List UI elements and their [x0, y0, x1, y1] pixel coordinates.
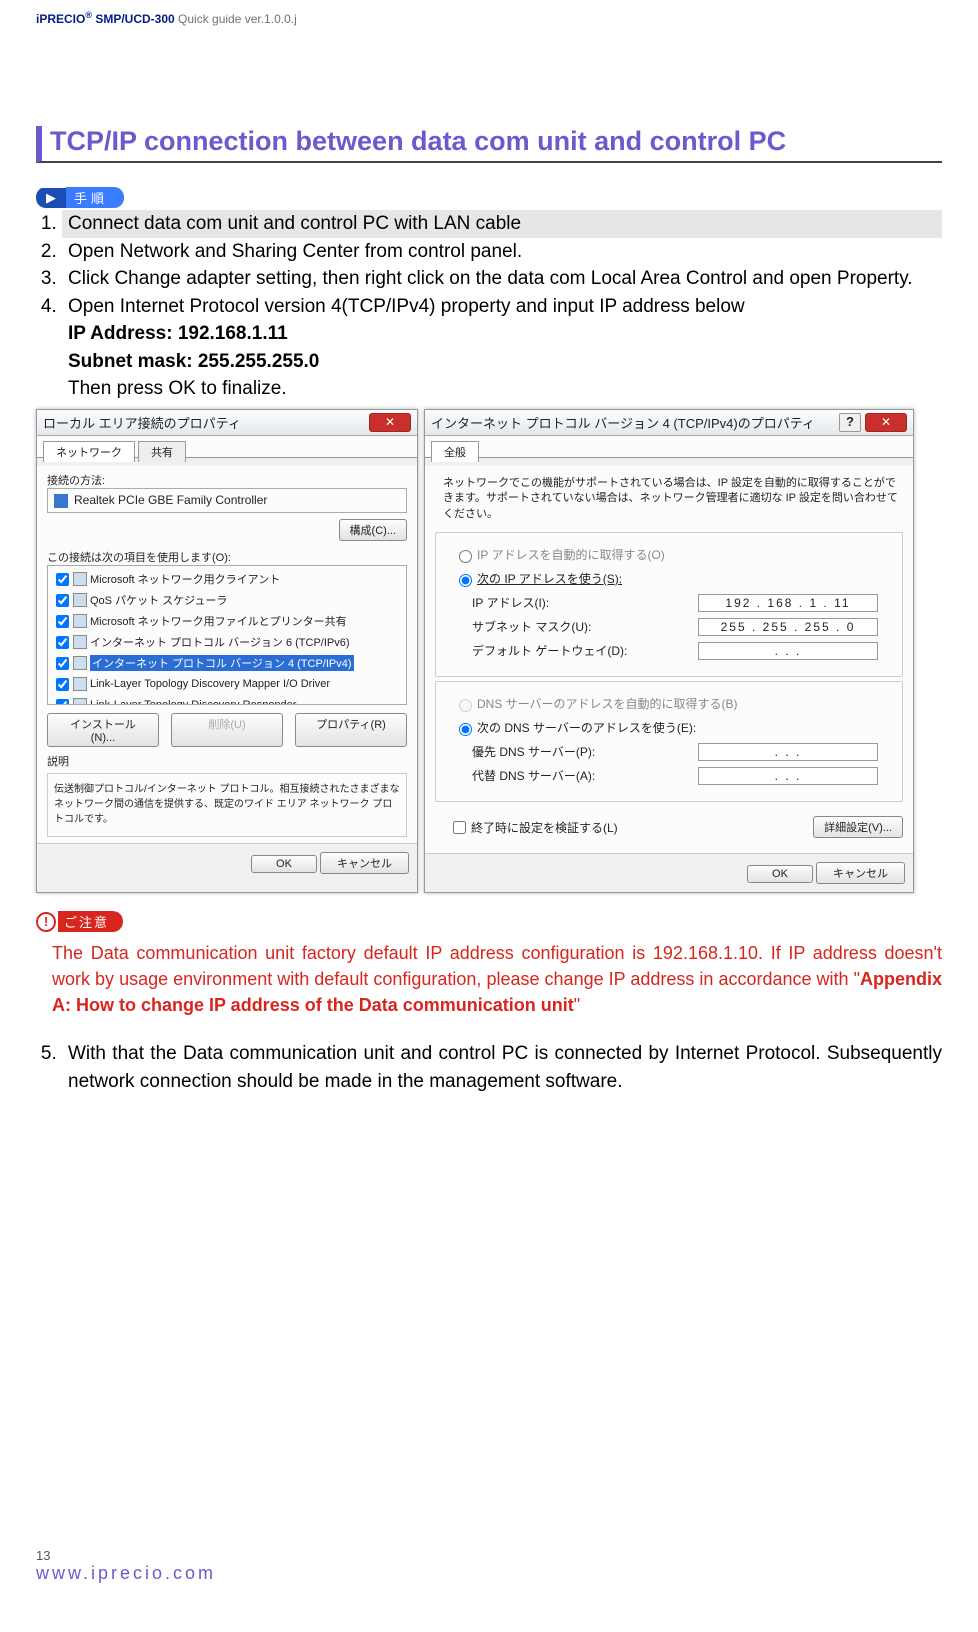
chk-ipv6[interactable] [56, 636, 69, 649]
cancel-button[interactable]: キャンセル [320, 852, 409, 874]
cancel-button[interactable]: キャンセル [816, 862, 905, 884]
dns1-label: 優先 DNS サーバー(P): [472, 743, 595, 761]
chk-ipv4[interactable] [56, 657, 69, 670]
chk-lltd-mapper[interactable] [56, 678, 69, 691]
desc-text: 伝送制御プロトコル/インターネット プロトコル。相互接続されたさまざまなネットワ… [47, 773, 407, 837]
lltd-icon [73, 677, 87, 691]
chk-msclient[interactable] [56, 573, 69, 586]
gw-label: デフォルト ゲートウェイ(D): [472, 642, 627, 660]
warning-text: The Data communication unit factory defa… [52, 940, 942, 1018]
gw-input[interactable]: . . . [698, 642, 878, 660]
chk-lltd-resp[interactable] [56, 699, 69, 705]
dialog1-title: ローカル エリア接続のプロパティ [43, 413, 241, 432]
dialog2-title: インターネット プロトコル バージョン 4 (TCP/IPv4)のプロパティ [431, 413, 815, 432]
ipv4-selected: インターネット プロトコル バージョン 4 (TCP/IPv4) [90, 655, 354, 671]
steps-list: Connect data com unit and control PC wit… [36, 210, 942, 403]
help-icon[interactable]: ? [839, 413, 861, 432]
chk-qos[interactable] [56, 594, 69, 607]
dns1-input[interactable]: . . . [698, 743, 878, 761]
radio-auto-dns [459, 699, 472, 712]
tab-network[interactable]: ネットワーク [43, 441, 135, 462]
client-icon [73, 572, 87, 586]
advanced-button[interactable]: 詳細設定(V)... [813, 816, 903, 838]
adapter-name: Realtek PCIe GBE Family Controller [54, 493, 267, 508]
configure-button[interactable]: 構成(C)... [339, 519, 407, 541]
step-3: Click Change adapter setting, then right… [62, 265, 942, 293]
properties-button[interactable]: プロパティ(R) [295, 713, 407, 747]
close-icon[interactable]: ✕ [865, 413, 907, 432]
step-4: Open Internet Protocol version 4(TCP/IPv… [62, 293, 942, 403]
chk-fileprint[interactable] [56, 615, 69, 628]
radio-use-ip[interactable] [459, 574, 472, 587]
dns2-label: 代替 DNS サーバー(A): [472, 767, 595, 785]
qos-icon [73, 593, 87, 607]
caution-icon: ! [36, 912, 56, 932]
local-area-dialog: ローカル エリア接続のプロパティ ✕ ネットワーク 共有 接続の方法: Real… [36, 409, 418, 893]
page-number: 13 [36, 1548, 216, 1563]
tab-general[interactable]: 全般 [431, 441, 479, 462]
doc-header: iPRECIO® SMP/UCD-300 Quick guide ver.1.0… [36, 10, 942, 26]
protocol-checklist[interactable]: Microsoft ネットワーク用クライアント QoS パケット スケジューラ … [47, 565, 407, 705]
dns2-input[interactable]: . . . [698, 767, 878, 785]
connection-label: 接続の方法: [47, 472, 407, 488]
step-2: Open Network and Sharing Center from con… [62, 238, 942, 266]
ipv4-dialog: インターネット プロトコル バージョン 4 (TCP/IPv4)のプロパティ ?… [424, 409, 914, 893]
play-icon: ▶ [36, 188, 66, 208]
install-button[interactable]: インストール(N)... [47, 713, 159, 747]
ip-input[interactable]: 192 . 168 . 1 . 11 [698, 594, 878, 612]
section-title: TCP/IP connection between data com unit … [36, 126, 942, 163]
step-1: Connect data com unit and control PC wit… [62, 210, 942, 238]
radio-auto-ip[interactable] [459, 550, 472, 563]
uninstall-button: 削除(U) [171, 713, 283, 747]
ipv6-icon [73, 635, 87, 649]
lltd2-icon [73, 698, 87, 705]
ipv4-icon [73, 656, 87, 670]
intro-text: ネットワークでこの機能がサポートされている場合は、IP 設定を自動的に取得するこ… [443, 476, 903, 522]
footer-url: www.iprecio.com [36, 1563, 216, 1584]
step-5: With that the Data communication unit an… [62, 1040, 942, 1095]
tab-share[interactable]: 共有 [138, 441, 186, 462]
desc-header: 説明 [47, 753, 407, 769]
close-icon[interactable]: ✕ [369, 413, 411, 432]
ok-button[interactable]: OK [747, 865, 813, 883]
adapter-icon [54, 494, 68, 508]
fileprint-icon [73, 614, 87, 628]
ok-button[interactable]: OK [251, 855, 317, 873]
page-footer: 13 www.iprecio.com [36, 1548, 216, 1584]
screenshots-row: ローカル エリア接続のプロパティ ✕ ネットワーク 共有 接続の方法: Real… [36, 409, 942, 893]
radio-use-dns[interactable] [459, 723, 472, 736]
mask-label: サブネット マスク(U): [472, 618, 591, 636]
mask-input[interactable]: 255 . 255 . 255 . 0 [698, 618, 878, 636]
ip-label: IP アドレス(I): [472, 594, 549, 612]
verify-checkbox[interactable] [453, 821, 466, 834]
items-label: この接続は次の項目を使用します(O): [47, 549, 407, 565]
procedure-badge: ▶ 手順 [36, 187, 124, 208]
caution-badge: ! ご注意 [36, 911, 123, 932]
